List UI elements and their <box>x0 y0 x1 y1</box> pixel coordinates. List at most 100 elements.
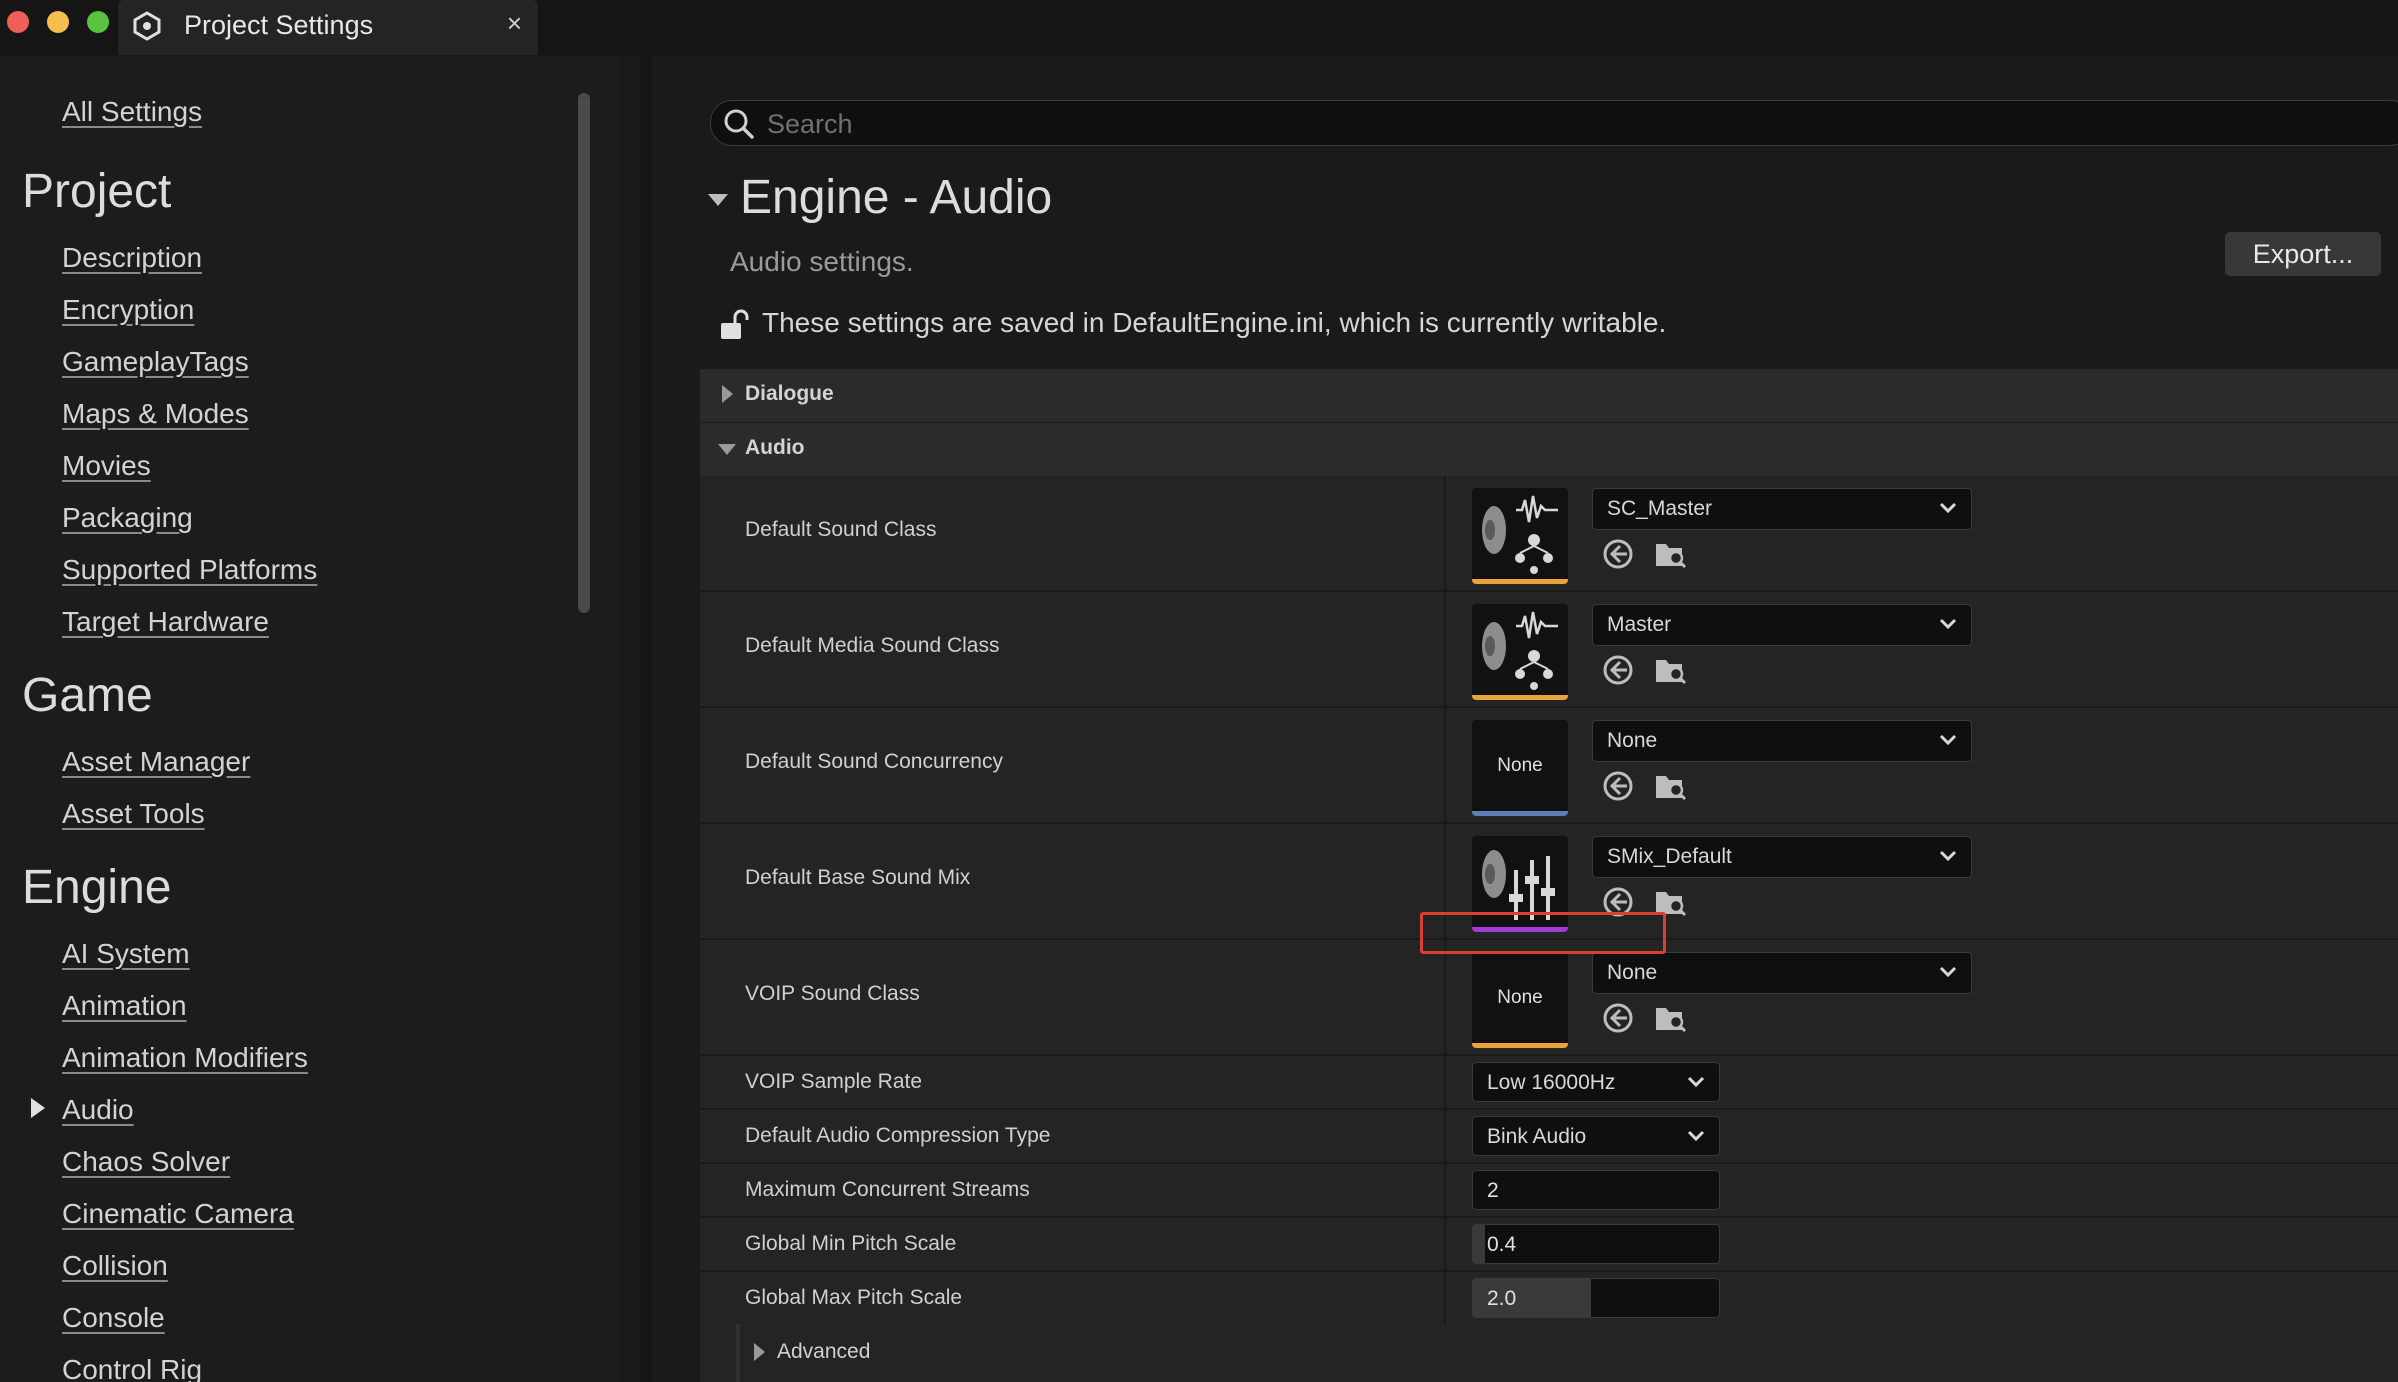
chevron-down-icon <box>1939 618 1957 630</box>
sidebar-heading-game: Game <box>22 669 153 722</box>
use-selected-asset-icon[interactable] <box>1600 768 1636 804</box>
dropdown-value: Bink Audio <box>1487 1125 1587 1148</box>
use-selected-asset-icon[interactable] <box>1600 536 1636 572</box>
base-sound-mix-dropdown[interactable]: SMix_Default <box>1592 836 1972 878</box>
category-label: Dialogue <box>745 382 834 405</box>
sidebar-item-movies[interactable]: Movies <box>62 450 151 482</box>
property-row: Maximum Concurrent Streams 2 <box>700 1164 2398 1218</box>
browse-asset-icon[interactable] <box>1652 536 1688 572</box>
column-splitter[interactable] <box>1444 1272 1446 1324</box>
search-input[interactable] <box>765 101 2269 147</box>
sidebar-item-gameplaytags[interactable]: GameplayTags <box>62 346 249 378</box>
details-panel: Engine - Audio Audio settings. Export...… <box>690 56 2398 1382</box>
config-writable-note: These settings are saved in DefaultEngin… <box>762 307 1667 338</box>
sidebar-item-cinematic-camera[interactable]: Cinematic Camera <box>62 1198 294 1230</box>
sound-class-thumbnail[interactable] <box>1472 604 1568 700</box>
close-window-button[interactable] <box>7 11 29 33</box>
column-splitter[interactable] <box>1444 1056 1446 1108</box>
sidebar-item-audio[interactable]: Audio <box>62 1094 134 1126</box>
sidebar-item-description[interactable]: Description <box>62 242 202 274</box>
property-label: Maximum Concurrent Streams <box>745 1178 1030 1201</box>
column-splitter[interactable] <box>1444 1164 1446 1216</box>
chevron-down-icon <box>1939 850 1957 862</box>
field-value: 0.4 <box>1487 1233 1517 1256</box>
sidebar-item-supported-platforms[interactable]: Supported Platforms <box>62 554 317 586</box>
minimize-window-button[interactable] <box>47 11 69 33</box>
voip-sound-class-dropdown[interactable]: None <box>1592 952 1972 994</box>
asset-type-bar <box>1472 1043 1568 1048</box>
property-label: Default Sound Class <box>745 518 937 541</box>
collapse-section-icon[interactable] <box>708 194 728 206</box>
compression-type-dropdown[interactable]: Bink Audio <box>1472 1116 1720 1156</box>
sidebar-item-animation-modifiers[interactable]: Animation Modifiers <box>62 1042 308 1074</box>
sidebar-item-asset-tools[interactable]: Asset Tools <box>62 798 205 830</box>
slider-fill <box>1473 1225 1486 1263</box>
sidebar-item-encryption[interactable]: Encryption <box>62 294 194 326</box>
column-splitter[interactable] <box>1444 1110 1446 1162</box>
advanced-label: Advanced <box>777 1340 871 1363</box>
max-pitch-scale-slider[interactable]: 2.0 <box>1472 1278 1720 1318</box>
property-label: VOIP Sample Rate <box>745 1070 923 1093</box>
sidebar-item-asset-manager[interactable]: Asset Manager <box>62 746 250 778</box>
search-box[interactable] <box>710 100 2398 147</box>
title-bar: Project Settings × <box>0 0 2398 56</box>
section-description: Audio settings. <box>730 246 914 277</box>
sidebar-item-target-hardware[interactable]: Target Hardware <box>62 606 269 638</box>
sidebar-item-all-settings[interactable]: All Settings <box>62 96 202 128</box>
category-audio[interactable]: Audio <box>700 422 2398 476</box>
sidebar-item-collision[interactable]: Collision <box>62 1250 168 1282</box>
sound-class-dropdown[interactable]: SC_Master <box>1592 488 1972 530</box>
dropdown-value: Master <box>1607 613 1672 636</box>
empty-asset-thumbnail[interactable]: None <box>1472 952 1568 1048</box>
voip-sample-rate-dropdown[interactable]: Low 16000Hz <box>1472 1062 1720 1102</box>
export-button[interactable]: Export... <box>2225 232 2381 276</box>
sidebar-item-chaos-solver[interactable]: Chaos Solver <box>62 1146 230 1178</box>
sidebar-item-packaging[interactable]: Packaging <box>62 502 193 534</box>
close-tab-icon[interactable]: × <box>507 8 522 39</box>
media-sound-class-dropdown[interactable]: Master <box>1592 604 1972 646</box>
settings-sidebar: All Settings Project Description Encrypt… <box>0 56 620 1382</box>
sidebar-scrollbar[interactable] <box>578 93 590 613</box>
use-selected-asset-icon[interactable] <box>1600 1000 1636 1036</box>
chevron-down-icon <box>1687 1076 1705 1088</box>
column-splitter[interactable] <box>1444 592 1446 706</box>
maximize-window-button[interactable] <box>87 11 109 33</box>
asset-type-bar <box>1472 695 1568 700</box>
column-splitter[interactable] <box>1444 1218 1446 1270</box>
max-concurrent-streams-field[interactable]: 2 <box>1472 1170 1720 1210</box>
thumbnail-label: None <box>1497 987 1543 1008</box>
use-selected-asset-icon[interactable] <box>1600 652 1636 688</box>
property-label: Default Audio Compression Type <box>745 1124 1051 1147</box>
browse-asset-icon[interactable] <box>1652 1000 1688 1036</box>
column-splitter[interactable] <box>1444 708 1446 822</box>
dropdown-value: None <box>1607 961 1658 984</box>
dropdown-value: Low 16000Hz <box>1487 1071 1616 1094</box>
property-label: Default Media Sound Class <box>745 634 1000 657</box>
sidebar-item-animation[interactable]: Animation <box>62 990 187 1022</box>
dropdown-value: SC_Master <box>1607 497 1713 520</box>
sound-class-icon <box>1482 495 1558 574</box>
dropdown-value: SMix_Default <box>1607 845 1732 868</box>
collapse-icon <box>718 444 736 455</box>
browse-asset-icon[interactable] <box>1652 652 1688 688</box>
min-pitch-scale-slider[interactable]: 0.4 <box>1472 1224 1720 1264</box>
asset-type-bar <box>1472 811 1568 816</box>
section-title: Engine - Audio <box>740 171 1053 224</box>
sidebar-item-console[interactable]: Console <box>62 1302 165 1334</box>
sidebar-item-maps-modes[interactable]: Maps & Modes <box>62 398 249 430</box>
sound-concurrency-dropdown[interactable]: None <box>1592 720 1972 762</box>
category-dialogue[interactable]: Dialogue <box>700 368 2398 422</box>
sound-class-thumbnail[interactable] <box>1472 488 1568 584</box>
advanced-expander[interactable]: Advanced <box>700 1324 2398 1382</box>
panel-splitter[interactable] <box>640 56 652 1382</box>
sidebar-item-ai-system[interactable]: AI System <box>62 938 190 970</box>
tab-project-settings[interactable]: Project Settings × <box>118 0 538 55</box>
empty-asset-thumbnail[interactable]: None <box>1472 720 1568 816</box>
column-splitter[interactable] <box>1444 476 1446 590</box>
browse-asset-icon[interactable] <box>1652 768 1688 804</box>
column-splitter[interactable] <box>1444 940 1446 1054</box>
property-row: VOIP Sound Class None None <box>700 940 2398 1056</box>
sidebar-item-control-rig[interactable]: Control Rig <box>62 1354 202 1382</box>
chevron-down-icon <box>1687 1130 1705 1142</box>
unlocked-icon <box>721 309 749 339</box>
